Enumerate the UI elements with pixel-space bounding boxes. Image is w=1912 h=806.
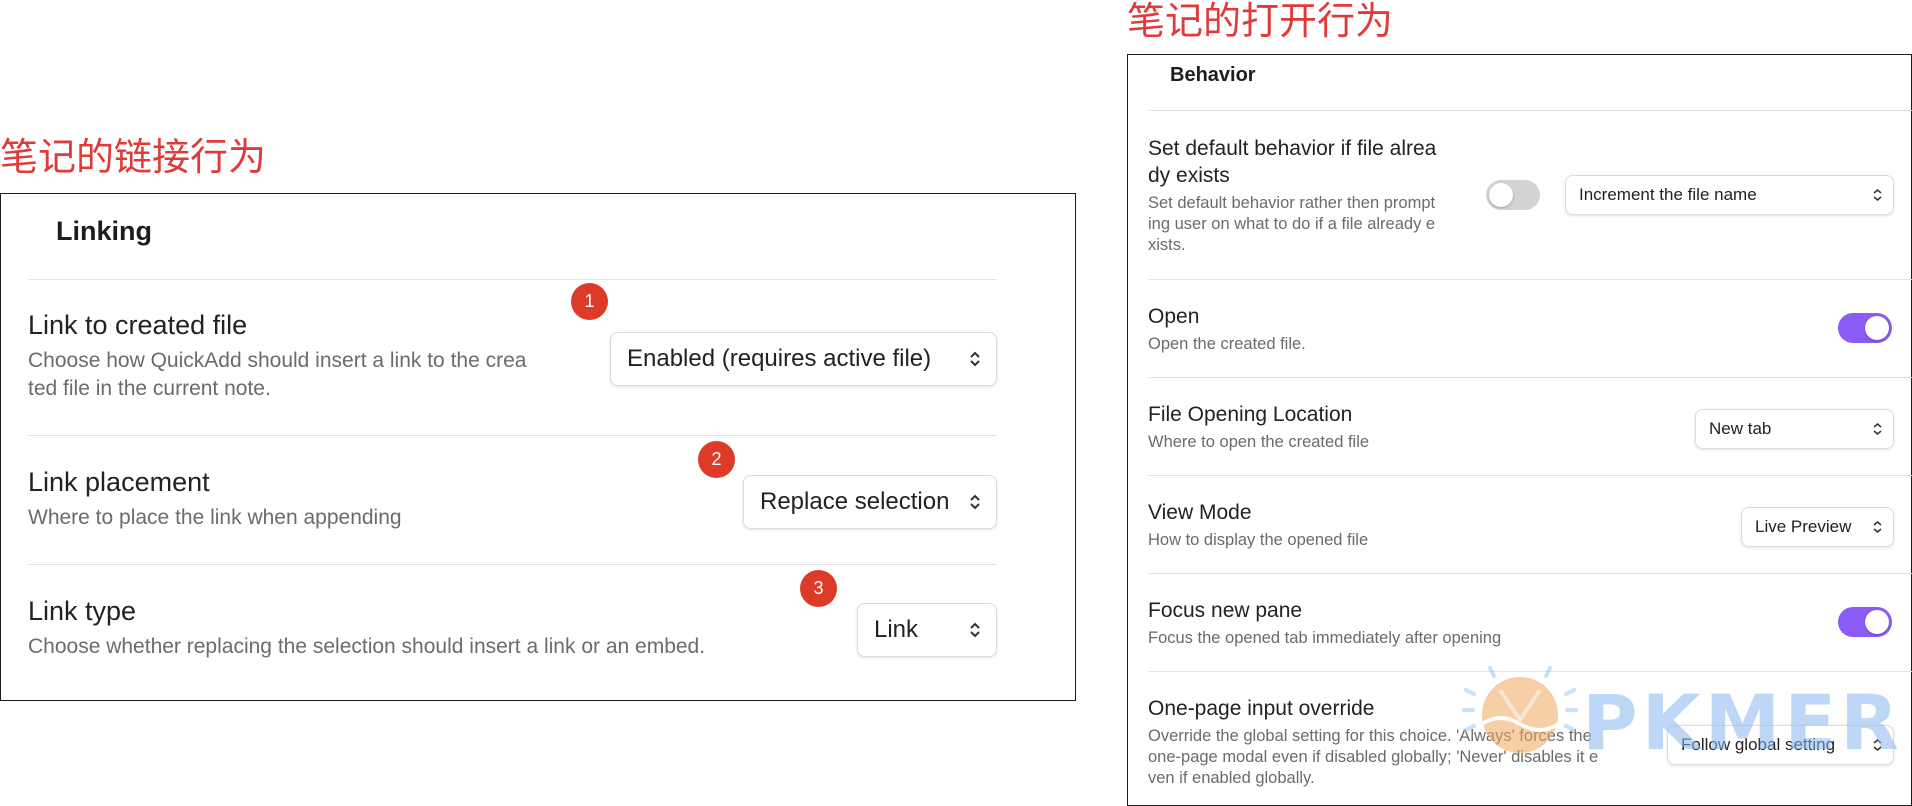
dropdown-value: Follow global setting <box>1681 735 1836 754</box>
setting-name: Focus new pane <box>1148 599 1303 622</box>
dropdown-value: New tab <box>1709 419 1772 438</box>
chevron-up-down-icon <box>968 492 982 512</box>
default-behavior-toggle[interactable] <box>1486 180 1540 210</box>
divider <box>28 435 997 436</box>
chevron-up-down-icon <box>1872 519 1883 535</box>
toggle-knob <box>1865 316 1889 340</box>
setting-name: Set default behavior if file alrea dy ex… <box>1148 137 1437 187</box>
dropdown-value: Replace selection <box>760 488 950 515</box>
setting-description: Focus the opened tab immediately after o… <box>1148 629 1502 647</box>
setting-open: Open Open the created file. <box>1148 303 1306 355</box>
setting-name: View Mode <box>1148 501 1252 524</box>
divider <box>28 279 997 280</box>
divider <box>1148 377 1912 378</box>
dropdown-value: Increment the file name <box>1579 185 1757 204</box>
setting-description: How to display the opened file <box>1148 531 1369 549</box>
link-to-created-file-dropdown[interactable]: Enabled (requires active file) <box>610 332 997 386</box>
focus-new-pane-toggle[interactable] <box>1838 607 1892 637</box>
setting-description: Set default behavior rather then prompt … <box>1148 194 1436 254</box>
caption-linking-behavior: 笔记的链接行为 <box>0 135 267 179</box>
setting-description: Where to open the created file <box>1148 433 1370 451</box>
setting-name: Link to created file <box>28 310 248 340</box>
chevron-up-down-icon <box>1872 187 1883 203</box>
setting-link-placement: Link placement Where to place the link w… <box>28 466 402 532</box>
divider <box>28 564 997 565</box>
file-opening-location-dropdown[interactable]: New tab <box>1695 409 1894 449</box>
behavior-settings-panel: Behavior Set default behavior if file al… <box>1127 54 1912 806</box>
divider <box>1148 573 1912 574</box>
setting-name: Open <box>1148 305 1200 328</box>
chevron-up-down-icon <box>968 620 982 640</box>
step-badge-2: 2 <box>698 441 735 478</box>
view-mode-dropdown[interactable]: Live Preview <box>1741 507 1894 547</box>
setting-default-behavior-if-exists: Set default behavior if file alrea dy ex… <box>1148 135 1478 256</box>
divider <box>1148 279 1912 280</box>
step-badge-1: 1 <box>571 283 608 320</box>
linking-settings-panel: Linking Link to created file Choose how … <box>0 193 1076 701</box>
caption-open-behavior: 笔记的打开行为 <box>1127 0 1394 43</box>
setting-file-opening-location: File Opening Location Where to open the … <box>1148 401 1369 453</box>
setting-link-to-created-file: Link to created file Choose how QuickAdd… <box>28 309 526 403</box>
setting-description: Open the created file. <box>1148 335 1306 353</box>
chevron-up-down-icon <box>968 349 982 369</box>
link-placement-dropdown[interactable]: Replace selection <box>743 475 997 529</box>
chevron-up-down-icon <box>1872 737 1883 753</box>
toggle-knob <box>1865 610 1889 634</box>
open-toggle[interactable] <box>1838 313 1892 343</box>
setting-name: One-page input override <box>1148 697 1375 720</box>
step-badge-3: 3 <box>800 570 837 607</box>
section-title-linking: Linking <box>56 216 152 246</box>
dropdown-value: Enabled (requires active file) <box>627 345 932 372</box>
link-type-dropdown[interactable]: Link <box>857 603 997 657</box>
dropdown-value: Live Preview <box>1755 517 1852 536</box>
divider <box>1148 671 1912 672</box>
setting-focus-new-pane: Focus new pane Focus the opened tab imme… <box>1148 597 1501 649</box>
dropdown-value: Link <box>874 616 919 643</box>
setting-link-type: Link type Choose whether replacing the s… <box>28 595 705 661</box>
chevron-up-down-icon <box>1872 421 1883 437</box>
divider <box>1148 475 1912 476</box>
section-title-behavior: Behavior <box>1170 64 1256 86</box>
toggle-knob <box>1489 183 1513 207</box>
setting-name: File Opening Location <box>1148 403 1353 426</box>
setting-description: Choose whether replacing the selection s… <box>28 635 706 658</box>
setting-name: Link type <box>28 596 137 626</box>
setting-description: Override the global setting for this cho… <box>1148 727 1599 787</box>
setting-description: Where to place the link when appending <box>28 506 402 529</box>
setting-description: Choose how QuickAdd should insert a link… <box>28 349 527 400</box>
divider <box>1148 110 1912 111</box>
setting-one-page-input-override: One-page input override Override the glo… <box>1148 695 1658 789</box>
default-behavior-dropdown[interactable]: Increment the file name <box>1565 175 1894 215</box>
setting-name: Link placement <box>28 467 210 497</box>
one-page-input-override-dropdown[interactable]: Follow global setting <box>1667 725 1894 765</box>
setting-view-mode: View Mode How to display the opened file <box>1148 499 1368 551</box>
